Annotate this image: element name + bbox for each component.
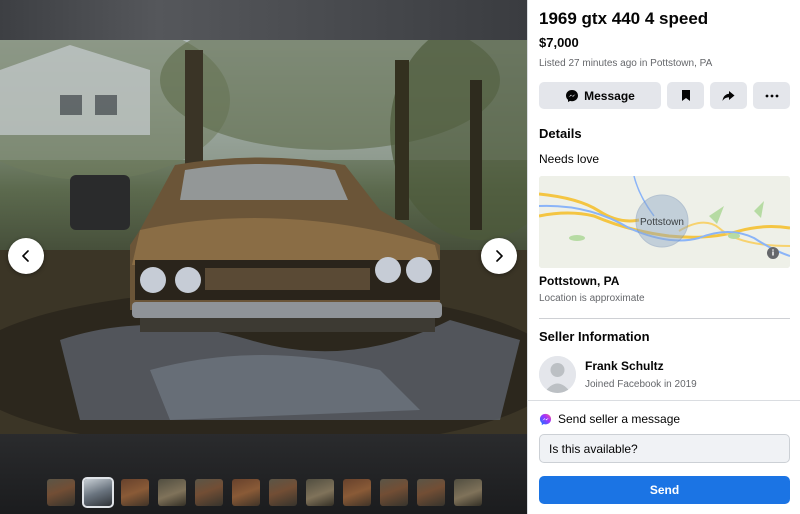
listing-description: Needs love <box>539 152 600 166</box>
share-icon <box>722 90 735 101</box>
compose-heading-row: Send seller a message <box>539 412 790 426</box>
details-heading: Details <box>539 126 582 141</box>
details-scroll-area[interactable]: 1969 gtx 440 4 speed $7,000 Listed 27 mi… <box>528 0 800 400</box>
default-avatar-icon <box>539 356 576 393</box>
send-button[interactable]: Send <box>539 476 790 504</box>
chevron-left-icon <box>22 250 29 262</box>
photo-thumbnail[interactable] <box>232 479 260 506</box>
seller-avatar[interactable] <box>539 356 576 393</box>
section-divider <box>539 318 790 319</box>
photo-thumbnail[interactable] <box>454 479 482 506</box>
listing-details-panel: 1969 gtx 440 4 speed $7,000 Listed 27 mi… <box>527 0 800 514</box>
photo-thumbnail[interactable] <box>47 479 75 506</box>
photo-thumbnail-active[interactable] <box>82 477 114 508</box>
message-button[interactable]: Message <box>539 82 661 109</box>
map-city-label: Pottstown <box>640 217 684 228</box>
photo-thumbnail[interactable] <box>195 479 223 506</box>
compose-heading: Send seller a message <box>558 412 681 426</box>
location-map[interactable]: Pottstown <box>539 176 790 268</box>
listing-price: $7,000 <box>539 35 579 50</box>
photo-thumbnail[interactable] <box>158 479 186 506</box>
seller-joined: Joined Facebook in 2019 <box>585 379 697 390</box>
message-button-label: Message <box>584 88 635 103</box>
share-button[interactable] <box>710 82 747 109</box>
location-note: Location is approximate <box>539 293 645 304</box>
photo-thumbnail[interactable] <box>343 479 371 506</box>
seller-text: Frank Schultz Joined Facebook in 2019 <box>585 359 697 390</box>
more-icon <box>765 94 778 97</box>
messenger-icon <box>566 89 579 102</box>
previous-photo-button[interactable] <box>8 238 44 274</box>
listing-photo <box>0 40 527 434</box>
photo-thumbnail[interactable] <box>306 479 334 506</box>
action-bar: Message <box>539 82 790 109</box>
car-photo-illustration <box>0 40 527 434</box>
chevron-right-icon <box>496 250 503 262</box>
seller-info-heading: Seller Information <box>539 329 650 344</box>
save-button[interactable] <box>667 82 704 109</box>
message-input[interactable] <box>539 434 790 463</box>
photo-thumbnail[interactable] <box>417 479 445 506</box>
messenger-icon <box>539 413 552 425</box>
seller-name[interactable]: Frank Schultz <box>585 359 697 373</box>
next-photo-button[interactable] <box>481 238 517 274</box>
location-name: Pottstown, PA <box>539 274 620 288</box>
viewer-top-backdrop <box>0 0 527 40</box>
more-options-button[interactable] <box>753 82 790 109</box>
seller-card: Frank Schultz Joined Facebook in 2019 <box>539 356 790 393</box>
photo-thumbnail[interactable] <box>380 479 408 506</box>
message-composer: Send seller a message Send <box>528 400 800 514</box>
photo-viewer <box>0 0 527 514</box>
photo-thumbnail[interactable] <box>121 479 149 506</box>
listing-title: 1969 gtx 440 4 speed <box>539 9 709 28</box>
listed-time-location: Listed 27 minutes ago in Pottstown, PA <box>539 58 713 69</box>
bookmark-icon <box>681 90 690 101</box>
thumbnail-strip <box>47 477 482 508</box>
marketplace-listing: 1969 gtx 440 4 speed $7,000 Listed 27 mi… <box>0 0 800 514</box>
photo-thumbnail[interactable] <box>269 479 297 506</box>
